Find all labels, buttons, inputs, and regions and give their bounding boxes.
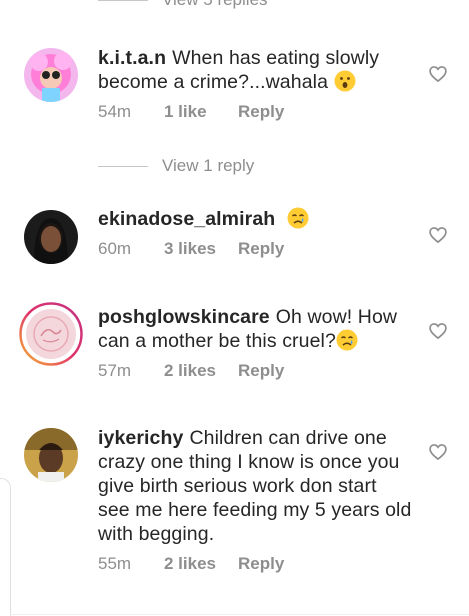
view-replies-top[interactable]: View 5 replies	[98, 0, 268, 10]
reply-button[interactable]: Reply	[238, 239, 284, 259]
comment-likes[interactable]: 1 like	[164, 102, 238, 122]
avatar[interactable]	[24, 210, 78, 264]
avatar[interactable]	[19, 302, 83, 366]
comment-username[interactable]: iykerichy	[98, 427, 183, 449]
comment-username[interactable]: ekinadose_almirah	[98, 208, 275, 230]
reply-button[interactable]: Reply	[238, 554, 284, 574]
reply-button[interactable]: Reply	[238, 361, 284, 381]
view-replies-button[interactable]: View 1 reply	[98, 156, 254, 176]
surprised-face-emoji	[334, 70, 356, 92]
heart-icon[interactable]	[428, 64, 448, 84]
avatar-image	[24, 48, 78, 102]
panel-edge	[0, 478, 11, 616]
comment-username[interactable]: poshglowskincare	[98, 306, 270, 328]
replies-divider-line	[98, 165, 148, 167]
comment-time: 54m	[98, 102, 132, 121]
crying-face-emoji	[336, 329, 358, 351]
avatar[interactable]	[24, 48, 78, 102]
avatar[interactable]	[24, 428, 78, 482]
avatar-image	[24, 428, 78, 482]
view-replies-label: View 1 reply	[162, 156, 255, 175]
heart-icon[interactable]	[428, 442, 448, 462]
comment-likes[interactable]: 2 likes	[164, 361, 238, 381]
comment-username[interactable]: k.i.t.a.n	[98, 47, 166, 69]
comment-likes[interactable]: 2 likes	[164, 554, 238, 574]
heart-icon[interactable]	[428, 225, 448, 245]
view-replies-label: View 5 replies	[162, 0, 268, 10]
replies-divider-line	[98, 0, 148, 1]
reply-button[interactable]: Reply	[238, 102, 284, 122]
comment-time: 60m	[98, 239, 132, 258]
comment-time: 55m	[98, 554, 132, 573]
avatar-image	[19, 302, 83, 366]
crying-face-emoji	[287, 207, 309, 229]
comment-time: 57m	[98, 361, 132, 380]
comment-likes[interactable]: 3 likes	[164, 239, 238, 259]
heart-icon[interactable]	[428, 321, 448, 341]
avatar-image	[24, 210, 78, 264]
